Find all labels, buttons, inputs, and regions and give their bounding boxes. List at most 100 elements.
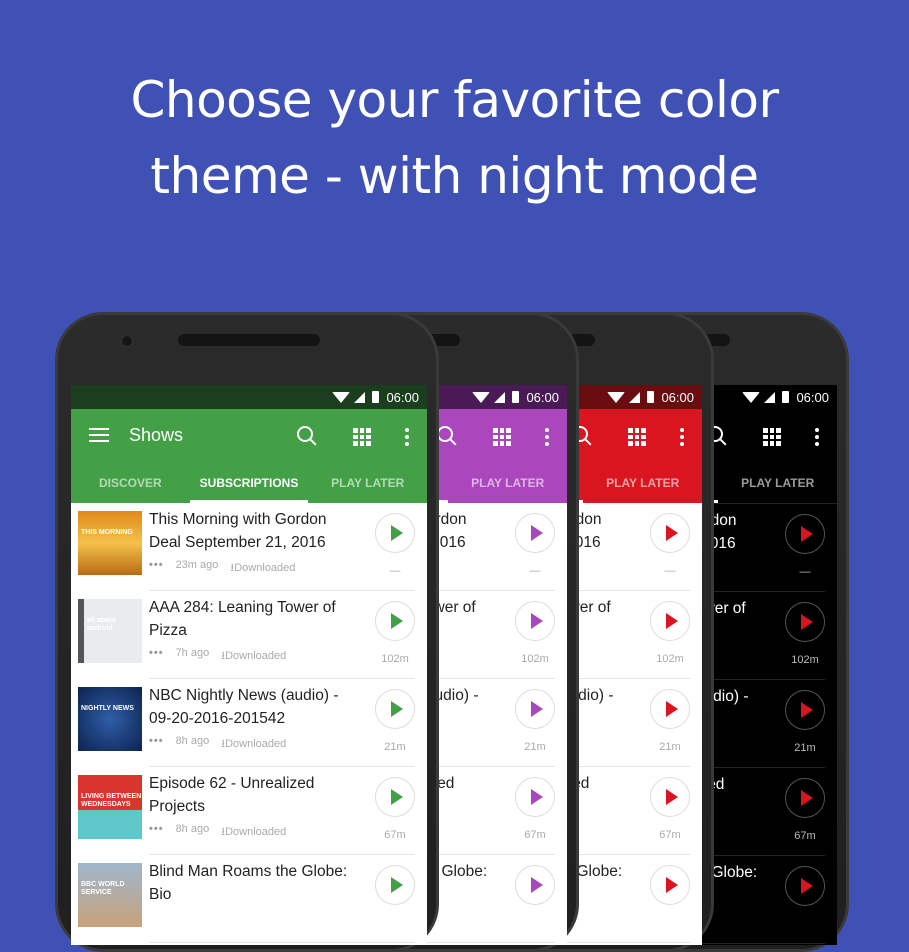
artwork-label: BBC WORLD SERVICE (81, 881, 125, 896)
episode-duration: 67m (524, 829, 546, 841)
play-button[interactable] (375, 689, 415, 729)
play-button[interactable] (785, 514, 825, 554)
headline-line-1: Choose your favorite color (130, 71, 779, 129)
grid-view-icon[interactable] (628, 428, 646, 446)
episode-item[interactable]: THIS MORNING This Morning with Gordon De… (71, 503, 427, 591)
tab-play-later[interactable]: PLAY LATER (718, 465, 837, 503)
download-status: ⭳Downloaded (221, 735, 286, 754)
dots-icon[interactable]: ••• (149, 559, 164, 578)
signal-icon (629, 391, 641, 403)
more-vert-icon[interactable] (545, 428, 549, 449)
play-button[interactable] (650, 865, 690, 905)
search-icon[interactable] (437, 426, 453, 442)
dots-icon[interactable]: ••• (149, 735, 164, 754)
episode-title[interactable]: This Morning with Gordon Deal September … (149, 509, 361, 554)
more-vert-icon[interactable] (680, 428, 684, 449)
episode-duration: — (664, 565, 676, 577)
episode-duration: 67m (384, 829, 406, 841)
divider (149, 942, 415, 943)
episode-duration: 102m (656, 653, 684, 665)
status-time: 06:00 (386, 389, 419, 405)
artwork-label: all about android (87, 617, 116, 632)
play-button[interactable] (515, 513, 555, 553)
speaker-grille (178, 334, 320, 346)
episode-meta: ••• 8h ago ⭳Downloaded (149, 823, 286, 842)
wifi-icon (607, 391, 626, 403)
dots-icon[interactable]: ••• (149, 647, 164, 666)
battery-icon (372, 391, 380, 403)
more-vert-icon[interactable] (405, 428, 409, 449)
wifi-icon (332, 391, 351, 403)
wifi-icon (472, 391, 491, 403)
play-button[interactable] (515, 601, 555, 641)
play-button[interactable] (785, 778, 825, 818)
episode-meta: ••• 7h ago ⭳Downloaded (149, 647, 286, 666)
tab-play-later[interactable]: PLAY LATER (448, 465, 567, 503)
episode-duration: 102m (521, 653, 549, 665)
phone-mockup-green: 06:00 Shows DISCOVER SUBSCRIPTIONS PLAY … (55, 312, 439, 952)
play-button[interactable] (650, 777, 690, 817)
more-vert-icon[interactable] (815, 428, 819, 449)
download-status-label: Downloaded (225, 738, 287, 750)
signal-icon (494, 391, 506, 403)
play-button[interactable] (650, 689, 690, 729)
status-time: 06:00 (526, 389, 559, 405)
play-button[interactable] (650, 513, 690, 553)
tab-discover[interactable]: DISCOVER (71, 465, 190, 503)
episode-duration: 102m (381, 653, 409, 665)
battery-icon (782, 391, 790, 403)
episode-item[interactable]: BBC WORLD SERVICE Blind Man Roams the Gl… (71, 855, 427, 943)
play-button[interactable] (515, 777, 555, 817)
play-button[interactable] (375, 513, 415, 553)
episode-item[interactable]: NIGHTLY NEWS NBC Nightly News (audio) - … (71, 679, 427, 767)
camera-icon (121, 335, 133, 347)
download-status-label: Downloaded (225, 826, 287, 838)
grid-view-icon[interactable] (493, 428, 511, 446)
hamburger-icon[interactable] (89, 428, 109, 446)
artwork-label: LIVING BETWEEN WEDNESDAYS (81, 793, 142, 808)
podcast-artwork: THIS MORNING (78, 511, 142, 575)
episode-item[interactable]: all about android AAA 284: Leaning Tower… (71, 591, 427, 679)
play-button[interactable] (375, 865, 415, 905)
download-status: ⭳Downloaded (221, 647, 286, 666)
status-time: 06:00 (796, 389, 829, 405)
grid-view-icon[interactable] (353, 428, 371, 446)
episode-title[interactable]: Episode 62 - Unrealized Projects (149, 773, 361, 818)
episode-item[interactable]: LIVING BETWEEN WEDNESDAYS Episode 62 - U… (71, 767, 427, 855)
episode-duration: — (389, 565, 401, 577)
play-button[interactable] (785, 866, 825, 906)
status-bar: 06:00 (71, 385, 427, 409)
play-button[interactable] (515, 689, 555, 729)
episode-title[interactable]: Blind Man Roams the Globe: Bio (149, 861, 361, 906)
app-screen: 06:00 Shows DISCOVER SUBSCRIPTIONS PLAY … (71, 385, 427, 945)
play-button[interactable] (515, 865, 555, 905)
episode-duration: 21m (794, 742, 816, 754)
search-icon[interactable] (297, 426, 313, 442)
tab-play-later[interactable]: PLAY LATER (308, 465, 427, 503)
download-status: ⭳Downloaded (221, 823, 286, 842)
play-button[interactable] (375, 601, 415, 641)
episode-duration: 21m (524, 741, 546, 753)
episode-duration: 21m (659, 741, 681, 753)
artwork-label: NIGHTLY NEWS (81, 705, 134, 712)
episode-title[interactable]: NBC Nightly News (audio) - 09-20-2016-20… (149, 685, 361, 730)
podcast-artwork: BBC WORLD SERVICE (78, 863, 142, 927)
signal-icon (354, 391, 366, 403)
headline-line-2: theme - with night mode (150, 147, 759, 205)
headline: Choose your favorite color theme - with … (0, 62, 909, 214)
dots-icon[interactable]: ••• (149, 823, 164, 842)
play-button[interactable] (375, 777, 415, 817)
episode-duration: 67m (794, 830, 816, 842)
play-button[interactable] (650, 601, 690, 641)
podcast-artwork: NIGHTLY NEWS (78, 687, 142, 751)
tab-subscriptions[interactable]: SUBSCRIPTIONS (189, 465, 309, 503)
tab-play-later[interactable]: PLAY LATER (583, 465, 702, 503)
episode-title[interactable]: AAA 284: Leaning Tower of Pizza (149, 597, 361, 642)
episode-duration: 102m (791, 654, 819, 666)
grid-view-icon[interactable] (763, 428, 781, 446)
podcast-artwork: all about android (78, 599, 142, 663)
play-button[interactable] (785, 602, 825, 642)
play-button[interactable] (785, 690, 825, 730)
tab-bar: DISCOVER SUBSCRIPTIONS PLAY LATER (71, 465, 427, 503)
episode-age: 8h ago (175, 823, 210, 835)
